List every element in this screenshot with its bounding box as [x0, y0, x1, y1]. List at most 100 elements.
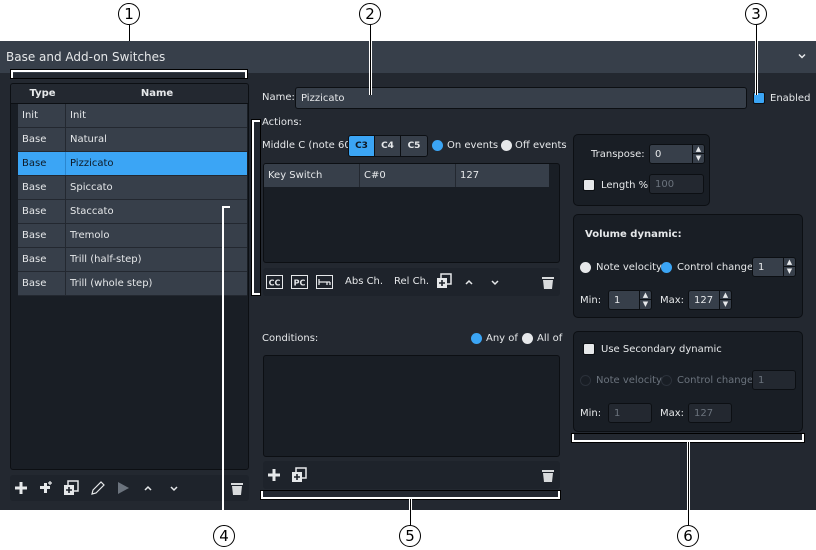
off-events-label: Off events [515, 140, 567, 151]
sec-note-velocity-label: Note velocity [596, 375, 662, 386]
middle-c-c4-button[interactable]: C4 [375, 136, 401, 156]
svg-text:PC: PC [294, 279, 306, 288]
switch-list-row[interactable]: Base Spiccato [18, 176, 247, 200]
switch-name-cell: Pizzicato [70, 158, 114, 169]
spin-up-icon[interactable]: ▲ [640, 291, 651, 300]
spin-up-icon[interactable]: ▲ [693, 145, 704, 154]
switch-name-cell: Trill (half-step) [70, 254, 142, 265]
actions-label: Actions: [262, 117, 302, 128]
volume-dynamic-group: Volume dynamic: Note velocity Control ch… [573, 214, 803, 318]
vol-control-change-radio[interactable] [661, 262, 672, 273]
vol-min-label: Min: [580, 295, 602, 306]
switch-type-cell: Base [18, 128, 66, 151]
switch-list-row[interactable]: Base Natural [18, 128, 247, 152]
middle-c-c3-button[interactable]: C3 [349, 136, 375, 156]
key-switch-icon[interactable] [316, 274, 333, 290]
duplicate-action-icon[interactable] [436, 273, 452, 289]
switch-list-row[interactable]: Init Init [18, 104, 247, 128]
actions-table: Key Switch C#0 127 [263, 163, 560, 263]
column-header-name[interactable]: Name [66, 84, 248, 103]
vol-cc-value: 1 [758, 262, 765, 273]
vol-min-spinbox[interactable]: 1 ▲ ▼ [608, 290, 652, 310]
middle-c-c5-button[interactable]: C5 [401, 136, 427, 156]
switch-list-header: Type Name [11, 84, 248, 104]
switch-type-cell: Init [18, 104, 66, 127]
switch-list-row[interactable]: Base Staccato [18, 200, 247, 224]
move-up-icon[interactable] [140, 480, 156, 496]
callout-1: 1 [118, 3, 140, 25]
action-row[interactable]: Key Switch C#0 127 [264, 164, 549, 187]
vol-max-label: Max: [660, 295, 685, 306]
secondary-dynamic-checkbox[interactable] [583, 343, 595, 355]
action-value-cell: 127 [460, 170, 480, 181]
switch-list: Type Name Init Init Base Natural Base Pizzica… [10, 83, 249, 470]
panel-title-bar[interactable]: Base and Add-on Switches [0, 41, 816, 73]
switch-list-row[interactable]: Base Tremolo [18, 224, 247, 248]
svg-text:CC: CC [269, 279, 281, 288]
spin-down-icon[interactable]: ▼ [720, 300, 731, 309]
callout-2: 2 [359, 3, 381, 25]
volume-dynamic-label: Volume dynamic: [585, 229, 682, 240]
secondary-dynamic-label: Use Secondary dynamic [601, 344, 722, 355]
switch-type-cell: Base [18, 248, 66, 271]
spin-down-icon[interactable]: ▼ [693, 154, 704, 163]
vol-max-spinbox[interactable]: 127 ▲ ▼ [688, 290, 732, 310]
name-input[interactable]: Pizzicato [295, 87, 747, 109]
conditions-toolbar [263, 461, 560, 489]
duplicate-icon[interactable] [63, 480, 79, 496]
cc-icon[interactable]: CC [266, 274, 283, 290]
rel-ch-button[interactable]: Rel Ch. [394, 276, 429, 287]
sec-control-change-radio[interactable] [661, 375, 672, 386]
delete-icon[interactable] [229, 480, 245, 496]
chevron-down-icon[interactable] [797, 51, 807, 61]
delete-action-icon[interactable] [540, 274, 556, 290]
spin-down-icon[interactable]: ▼ [784, 267, 795, 276]
abs-ch-button[interactable]: Abs Ch. [345, 276, 383, 287]
transpose-spinbox[interactable]: 0 ▲ ▼ [649, 144, 705, 164]
switch-type-cell: Base [18, 176, 66, 199]
switch-list-row[interactable]: Base Trill (whole step) [18, 272, 247, 296]
actions-toolbar: CC PC Abs Ch. Rel Ch. [263, 268, 560, 296]
callout-6-bracket [571, 433, 805, 443]
sec-min-input[interactable]: 1 [608, 403, 652, 423]
transpose-group: Transpose: 0 ▲ ▼ Length %: 100 [573, 134, 710, 206]
sec-note-velocity-radio[interactable] [580, 375, 591, 386]
length-input[interactable]: 100 [649, 174, 704, 194]
switch-list-row[interactable]: Base Trill (half-step) [18, 248, 247, 272]
length-checkbox[interactable] [583, 179, 595, 191]
callout-5-leader [409, 499, 412, 525]
all-of-radio[interactable] [522, 333, 533, 344]
vol-note-velocity-radio[interactable] [580, 262, 591, 273]
spin-down-icon[interactable]: ▼ [640, 300, 651, 309]
off-events-radio[interactable] [501, 140, 512, 151]
move-action-up-icon[interactable] [461, 274, 477, 290]
add-icon[interactable] [13, 480, 29, 496]
middle-c-selector: C3 C4 C5 [348, 135, 428, 157]
spin-up-icon[interactable]: ▲ [720, 291, 731, 300]
callout-4: 4 [213, 525, 235, 547]
add-condition-icon[interactable] [266, 467, 282, 483]
column-header-type[interactable]: Type [11, 84, 66, 103]
middle-c-label: Middle C (note 60): [262, 140, 358, 151]
switch-list-row[interactable]: Base Pizzicato [18, 152, 247, 176]
on-events-radio[interactable] [432, 140, 443, 151]
switch-name-cell: Init [70, 110, 86, 121]
edit-icon[interactable] [89, 480, 105, 496]
play-icon[interactable] [115, 480, 131, 496]
delete-condition-icon[interactable] [540, 467, 556, 483]
any-of-radio[interactable] [471, 333, 482, 344]
switch-name-cell: Spiccato [70, 182, 113, 193]
callout-3: 3 [745, 3, 767, 25]
callout-4-bracket-list [222, 206, 230, 536]
pc-icon[interactable]: PC [291, 274, 308, 290]
sec-control-change-label: Control change [677, 375, 754, 386]
move-down-icon[interactable] [166, 480, 182, 496]
sec-cc-input[interactable]: 1 [752, 370, 796, 390]
spin-up-icon[interactable]: ▲ [784, 258, 795, 267]
vol-cc-spinbox[interactable]: 1 ▲ ▼ [752, 257, 796, 277]
add-addon-icon[interactable] [38, 480, 54, 496]
panel-title: Base and Add-on Switches [6, 50, 166, 64]
move-action-down-icon[interactable] [487, 274, 503, 290]
duplicate-condition-icon[interactable] [291, 467, 307, 483]
sec-max-input[interactable]: 127 [688, 403, 732, 423]
